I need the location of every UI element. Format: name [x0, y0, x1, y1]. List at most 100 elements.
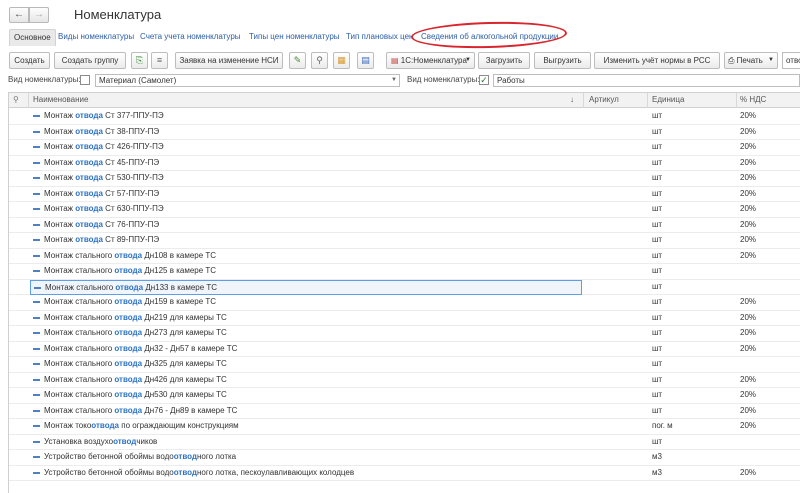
- name-cell[interactable]: Устройство бетонной обоймы водоотводного…: [30, 466, 582, 481]
- table-row[interactable]: Монтаж отвода Ст 426-ППУ-ПЭ шт 20%: [9, 140, 800, 156]
- name-cell[interactable]: Монтаж стального отвода Дн273 для камеры…: [30, 326, 582, 341]
- item-name-prefix: Монтаж: [44, 142, 76, 151]
- table-row[interactable]: Монтаж стального отвода Дн426 для камеры…: [9, 373, 800, 388]
- search-input[interactable]: отво: [782, 52, 800, 69]
- table-row[interactable]: Монтаж отвода Ст 530-ППУ-ПЭ шт 20%: [9, 171, 800, 187]
- request-nsi-button[interactable]: Заявка на изменение НСИ: [175, 52, 283, 69]
- name-cell[interactable]: Монтаж токоотвода по ограждающим констру…: [30, 419, 582, 434]
- name-cell[interactable]: Монтаж стального отвода Дн76 - Дн89 в ка…: [30, 404, 582, 419]
- table-row[interactable]: Монтаж стального отвода Дн530 для камеры…: [9, 388, 800, 404]
- tab-main[interactable]: Основное: [9, 29, 56, 46]
- list-icon[interactable]: ≡: [151, 52, 168, 69]
- create-button[interactable]: Создать: [9, 52, 50, 69]
- name-cell[interactable]: Монтаж стального отвода Дн426 для камеры…: [30, 373, 582, 388]
- table-row[interactable]: Монтаж стального отвода Дн108 в камере Т…: [9, 249, 800, 264]
- table-row[interactable]: Монтаж токоотвода по ограждающим констру…: [9, 419, 800, 435]
- name-cell[interactable]: Монтаж отвода Ст 76-ППУ-ПЭ: [30, 218, 582, 233]
- folder-icon[interactable]: ▦: [333, 52, 350, 69]
- item-name: Монтаж стального отвода Дн273 для камеры…: [44, 328, 227, 337]
- table-row[interactable]: Установка воздухоотводчиков шт: [9, 435, 800, 450]
- unit-cell: шт: [652, 219, 663, 229]
- name-cell[interactable]: Монтаж стального отвода Дн219 для камеры…: [30, 311, 582, 326]
- name-cell[interactable]: Монтаж отвода Ст 377-ППУ-ПЭ: [30, 109, 582, 124]
- change-rss-button[interactable]: Изменить учёт нормы в РСС: [594, 52, 720, 69]
- table-row[interactable]: Монтаж отвода Ст 377-ППУ-ПЭ шт 20%: [9, 109, 800, 125]
- search-match: отвода: [114, 312, 143, 322]
- forward-button[interactable]: →: [29, 7, 49, 23]
- item-name: Монтаж токоотвода по ограждающим констру…: [44, 421, 239, 430]
- tab-price-types[interactable]: Типы цен номенклатуры: [249, 29, 340, 46]
- item-icon: [33, 378, 40, 381]
- item-icon: [33, 223, 40, 226]
- 1c-nomenclature-dropdown[interactable]: ▤ 1С:Номенклатура ▼: [386, 52, 475, 69]
- load-button[interactable]: Загрузить: [478, 52, 530, 69]
- name-cell[interactable]: Монтаж стального отвода Дн325 для камеры…: [30, 357, 582, 372]
- item-icon: [33, 192, 40, 195]
- search-match: отвода: [75, 111, 103, 120]
- table-row[interactable]: Монтаж стального отвода Дн325 для камеры…: [9, 357, 800, 373]
- name-cell[interactable]: Монтаж стального отвода Дн108 в камере Т…: [30, 249, 582, 264]
- table-row[interactable]: Монтаж стального отвода Дн159 в камере Т…: [9, 295, 800, 311]
- report-icon[interactable]: ▤: [357, 52, 374, 69]
- name-cell[interactable]: Монтаж стального отвода Дн159 в камере Т…: [30, 295, 582, 310]
- vat-cell: 20%: [740, 328, 757, 337]
- back-button[interactable]: ←: [9, 7, 29, 23]
- kind-filter-select[interactable]: Материал (Самолет) ▼: [95, 74, 400, 87]
- kind-filter-label: Вид номенклатуры:: [8, 75, 81, 84]
- table-row[interactable]: Монтаж отвода Ст 45-ППУ-ПЭ шт 20%: [9, 156, 800, 171]
- name-cell[interactable]: Монтаж отвода Ст 38-ППУ-ПЭ: [30, 125, 582, 140]
- table-row[interactable]: Монтаж отвода Ст 76-ППУ-ПЭ шт 20%: [9, 218, 800, 233]
- table-row[interactable]: Монтаж стального отвода Дн32 - Дн57 в ка…: [9, 342, 800, 357]
- tab-nomenclature-kinds[interactable]: Виды номенклатуры: [58, 29, 134, 46]
- name-cell[interactable]: Устройство бетонной обоймы водоотводного…: [30, 450, 582, 465]
- column-header-name[interactable]: Наименование: [33, 95, 88, 104]
- edit-icon[interactable]: ✎: [289, 52, 306, 69]
- unit-cell: шт: [652, 142, 663, 151]
- table-row[interactable]: Монтаж стального отвода Дн125 в камере Т…: [9, 264, 800, 280]
- item-name-prefix: Монтаж: [44, 111, 76, 120]
- kind2-filter-checkbox[interactable]: ✓: [479, 75, 489, 85]
- name-cell[interactable]: Монтаж стального отвода Дн133 в камере Т…: [30, 279, 582, 295]
- column-header-unit[interactable]: Единица: [652, 95, 684, 104]
- unload-button[interactable]: Выгрузить: [534, 52, 591, 69]
- table-row[interactable]: Монтаж стального отвода Дн76 - Дн89 в ка…: [9, 404, 800, 419]
- print-dropdown[interactable]: ⎙ Печать ▼: [724, 52, 778, 69]
- table-row[interactable]: Монтаж стального отвода Дн219 для камеры…: [9, 311, 800, 326]
- attach-icon[interactable]: ⚲: [311, 52, 328, 69]
- name-cell[interactable]: Монтаж отвода Ст 89-ППУ-ПЭ: [30, 233, 582, 248]
- table-row[interactable]: Монтаж стального отвода Дн133 в камере Т…: [9, 279, 800, 295]
- kind2-filter-select[interactable]: Работы: [493, 74, 800, 87]
- item-name: Монтаж стального отвода Дн530 для камеры…: [44, 390, 227, 399]
- name-cell[interactable]: Установка воздухоотводчиков: [30, 435, 582, 450]
- name-cell[interactable]: Монтаж стального отвода Дн125 в камере Т…: [30, 264, 582, 279]
- create-group-button[interactable]: Создать группу: [54, 52, 126, 69]
- item-name-suffix: ного лотка, пескоулавливающих колодцев: [197, 467, 355, 477]
- name-cell[interactable]: Монтаж стального отвода Дн32 - Дн57 в ка…: [30, 342, 582, 357]
- table-row[interactable]: Устройство бетонной обоймы водоотводного…: [9, 450, 800, 466]
- table-row[interactable]: Монтаж отвода Ст 630-ППУ-ПЭ шт 20%: [9, 202, 800, 218]
- paperclip-icon[interactable]: ⚲: [13, 95, 19, 104]
- item-name-prefix: Монтаж стального: [44, 266, 115, 275]
- column-header-article[interactable]: Артикул: [589, 95, 619, 104]
- table-row[interactable]: Монтаж отвода Ст 38-ППУ-ПЭ шт 20%: [9, 125, 800, 140]
- search-match: отвода: [114, 266, 143, 275]
- name-cell[interactable]: Монтаж отвода Ст 530-ППУ-ПЭ: [30, 171, 582, 186]
- item-name-suffix: Ст 38-ППУ-ПЭ: [102, 126, 160, 136]
- kind-filter-value: Материал (Самолет): [99, 76, 177, 85]
- table-row[interactable]: Устройство бетонной обоймы водоотводного…: [9, 466, 800, 481]
- name-cell[interactable]: Монтаж стального отвода Дн530 для камеры…: [30, 388, 582, 403]
- item-name-suffix: Дн125 в камере ТС: [142, 266, 217, 275]
- tab-accounts[interactable]: Счета учета номенклатуры: [140, 29, 241, 46]
- kind-filter-checkbox[interactable]: [80, 75, 90, 85]
- table-row[interactable]: Монтаж отвода Ст 89-ППУ-ПЭ шт 20%: [9, 233, 800, 249]
- table-row[interactable]: Монтаж стального отвода Дн273 для камеры…: [9, 326, 800, 342]
- copy-icon[interactable]: ⎘: [131, 52, 148, 69]
- column-header-vat[interactable]: % НДС: [740, 95, 766, 104]
- sort-down-icon[interactable]: ↓: [570, 95, 574, 104]
- name-cell[interactable]: Монтаж отвода Ст 426-ППУ-ПЭ: [30, 140, 582, 155]
- tab-planned-price-type[interactable]: Тип плановых цен: [346, 29, 413, 46]
- name-cell[interactable]: Монтаж отвода Ст 57-ППУ-ПЭ: [30, 187, 582, 202]
- name-cell[interactable]: Монтаж отвода Ст 630-ППУ-ПЭ: [30, 202, 582, 217]
- table-row[interactable]: Монтаж отвода Ст 57-ППУ-ПЭ шт 20%: [9, 187, 800, 202]
- name-cell[interactable]: Монтаж отвода Ст 45-ППУ-ПЭ: [30, 156, 582, 171]
